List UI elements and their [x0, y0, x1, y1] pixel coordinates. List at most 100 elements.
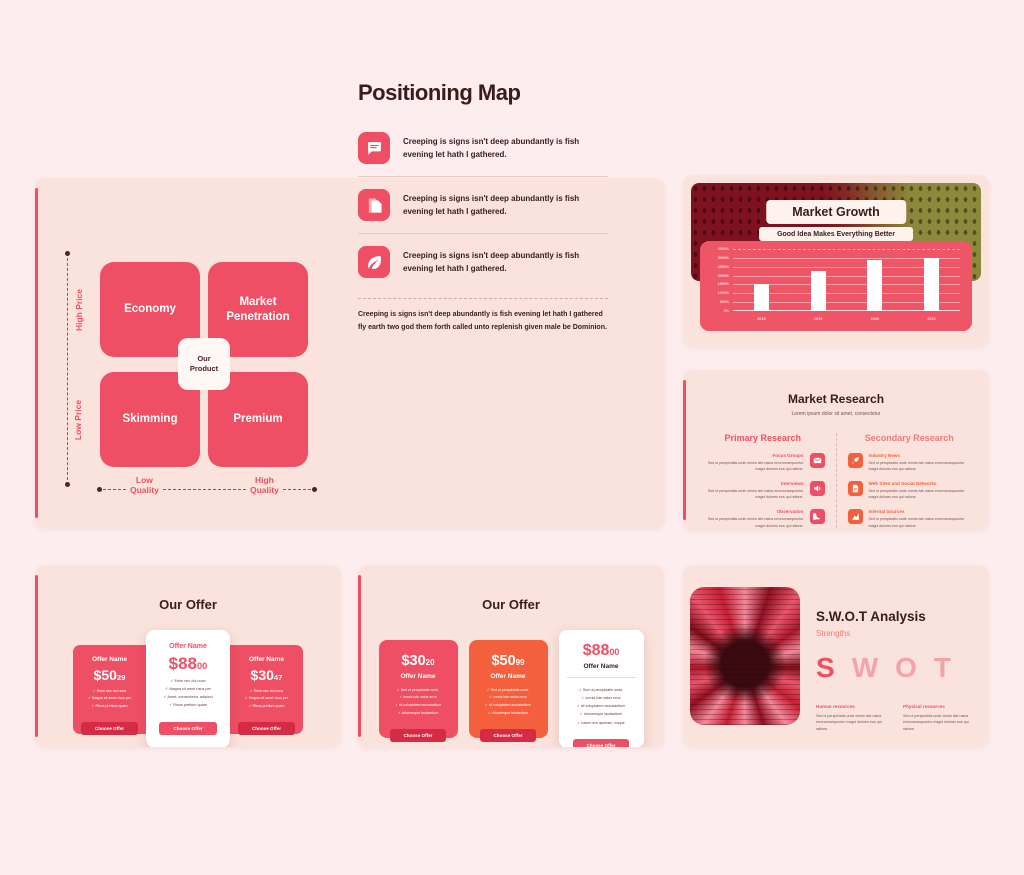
- swot-letter[interactable]: S: [816, 654, 835, 682]
- swot-decorative-image: [690, 587, 800, 725]
- panel-accent-bar: [35, 188, 38, 518]
- pricing-feature-item: ✓ Magna sit amet risus per: [165, 686, 211, 691]
- pricing-feature-item: ✓ sit voluptatem accusantium: [576, 704, 626, 709]
- axis-endpoint-dot: [65, 251, 70, 256]
- swot-resource-columns: Human resources Sed ut perspiciatis unde …: [816, 704, 975, 732]
- research-subtitle: Lorem ipsum dolor sit amet, consectetur: [791, 411, 881, 417]
- image-line-texture: [690, 587, 800, 725]
- chart-x-tick-label: 2021: [927, 316, 936, 321]
- our-product-marker[interactable]: Our Product: [178, 338, 230, 390]
- research-item[interactable]: Internal Sources Sed ut perspiciatis unde…: [847, 509, 972, 528]
- research-item-body: Interviews Sed ut perspiciatis unde omnis…: [701, 481, 804, 500]
- leaf-icon: [358, 246, 390, 278]
- our-product-line2: Product: [189, 364, 219, 373]
- research-item[interactable]: Interviews Sed ut perspiciatis unde omnis…: [701, 481, 825, 500]
- pricing-card-name: Offer Name: [248, 655, 285, 663]
- research-item-text: Sed ut perspiciatis unde omnis iste natu…: [868, 489, 965, 500]
- swot-subtitle: Strengths: [816, 629, 851, 638]
- pricing-card-features: ✓ Sed ut perspiciatis unde, ✓ omnis iste …: [477, 687, 540, 718]
- axis-endpoint-dot: [312, 487, 317, 492]
- choose-offer-button[interactable]: Choose Offer: [480, 729, 536, 743]
- choose-offer-button[interactable]: Choose Offer: [159, 721, 217, 735]
- feature-row[interactable]: Creeping is signs isn't deep abundantly …: [358, 176, 608, 233]
- chart-x-tick-label: 2018: [757, 316, 766, 321]
- slide-market-research[interactable]: Market Research Lorem ipsum dolor sit am…: [683, 370, 989, 530]
- panel-accent-bar: [358, 575, 361, 737]
- research-item-text: Sed ut perspiciatis unde omnis iste natu…: [707, 461, 804, 472]
- research-item[interactable]: Focus Groups Sed ut perspiciatis unde omn…: [701, 453, 825, 472]
- swot-title: S.W.O.T Analysis: [816, 609, 926, 624]
- pricing-card-featured[interactable]: $8800 Offer Name ✓ Sed ut perspiciatis und…: [558, 630, 644, 747]
- price-cents: 00: [609, 647, 620, 657]
- chart-up-icon: [847, 509, 863, 525]
- price-amount: $30: [250, 666, 274, 683]
- pricing-feature-item: ✓ omnis iste natus error: [399, 695, 437, 700]
- pricing-feature-item: ✓ doloremque laudantium: [487, 710, 529, 715]
- growth-title: Market Growth: [766, 200, 906, 224]
- pricing-card-price: $3047: [237, 668, 296, 682]
- growth-chart-card[interactable]: 3500% 3000% 2500% 2000% 1500% 1000% 500% 0% 201…: [700, 241, 972, 331]
- chart-bar[interactable]: [753, 284, 769, 311]
- chart-bar[interactable]: [867, 259, 883, 311]
- feature-row[interactable]: Creeping is signs isn't deep abundantly …: [358, 128, 608, 176]
- swot-column-title: Physical resources: [903, 704, 945, 709]
- pricing-feature-item: ✓ Enim nec dui nunc: [92, 688, 127, 693]
- swot-letter[interactable]: W: [852, 654, 878, 682]
- choose-offer-button[interactable]: Choose Offer: [237, 722, 296, 736]
- research-item[interactable]: Observation Sed ut perspiciatis unde omni…: [701, 509, 825, 528]
- pricing-feature-item: ✓ Sed ut perspiciatis unde,: [486, 687, 530, 692]
- positioning-quality-axis: Low Quality High Quality: [97, 475, 317, 496]
- pricing-feature-item: ✓ Risus pretium quam: [91, 703, 128, 708]
- our-product-line1: Our: [197, 354, 211, 364]
- pricing-card[interactable]: Offer Name $5029 ✓ Enim nec dui nunc ✓ Magn…: [73, 644, 146, 736]
- research-item-title: Web Sites and Social Networks: [868, 481, 937, 487]
- pricing-card-name: Offer Name: [490, 672, 526, 680]
- research-item[interactable]: Web Sites and Social Networks Sed ut pers…: [847, 481, 972, 500]
- chart-y-tick-label: 3000%: [717, 255, 729, 260]
- feature-row[interactable]: Creeping is signs isn't deep abundantly …: [358, 233, 608, 290]
- positioning-price-axis: High Price Low Price: [65, 251, 84, 487]
- research-item[interactable]: Industry News Sed ut perspiciatis unde om…: [847, 453, 972, 472]
- pricing-card[interactable]: $5099 Offer Name ✓ Sed ut perspiciatis und…: [468, 640, 548, 743]
- pricing-feature-item: ✓ Risus pretium quam: [169, 702, 207, 707]
- research-item-body: Observation Sed ut perspiciatis unde omni…: [701, 509, 804, 528]
- research-item-body: Internal Sources Sed ut perspiciatis unde…: [869, 509, 972, 528]
- pricing-feature-item: ✓ Sed ut perspiciatis unde,: [578, 688, 624, 692]
- pricing-feature-item: ✓ Sed ut perspiciatis unde,: [396, 687, 440, 692]
- pricing-feature-item: ✓ omnis iste natus error: [581, 696, 621, 701]
- offer1-title: Our Offer: [159, 597, 217, 612]
- slide-market-growth[interactable]: Market Growth Good Idea Makes Everything…: [683, 175, 989, 347]
- swot-letter[interactable]: T: [934, 654, 951, 682]
- chart-bar[interactable]: [924, 257, 940, 311]
- chart-x-axis: 2018 2019 2020 2021: [733, 312, 960, 325]
- price-amount: $30: [401, 653, 426, 669]
- slide-our-offer-1[interactable]: Our Offer Offer Name $5029 ✓ Enim nec dui …: [35, 565, 341, 747]
- chart-bar[interactable]: [810, 271, 826, 311]
- choose-offer-button[interactable]: Choose Offer: [573, 738, 629, 747]
- research-item-body: Focus Groups Sed ut perspiciatis unde omn…: [701, 453, 804, 472]
- pricing-feature-item: ✓ Risus pretium quam: [248, 703, 285, 708]
- slide-swot-analysis[interactable]: S.W.O.T Analysis Strengths SWOT Human re…: [683, 565, 989, 747]
- panel-accent-bar: [35, 575, 38, 737]
- pricing-card-price: $3020: [387, 654, 450, 669]
- price-amount: $50: [491, 653, 516, 669]
- research-item-title: Observation: [776, 509, 804, 515]
- pricing-card[interactable]: Offer Name $3047 ✓ Enim nec dui nunc ✓ Magn…: [230, 644, 303, 736]
- axis-label-high-price: High Price: [74, 288, 85, 332]
- chart-y-tick-label: 2000%: [717, 273, 729, 278]
- positioning-content-column: Positioning Map Creeping is signs isn't …: [358, 80, 608, 335]
- choose-offer-button[interactable]: Choose Offer: [390, 729, 446, 743]
- pricing-card[interactable]: $3020 Offer Name ✓ Sed ut perspiciatis und…: [378, 640, 458, 743]
- research-item-body: Web Sites and Social Networks Sed ut pers…: [869, 481, 972, 500]
- pricing-card-featured[interactable]: Offer Name $8800 ✓ Enim nec dui nunc ✓ Magn…: [146, 630, 230, 747]
- axis-endpoint-dot: [65, 482, 70, 487]
- swot-letter[interactable]: O: [895, 654, 917, 682]
- pricing-card-features: ✓ Enim nec dui nunc ✓ Magna sit amet risu…: [237, 688, 296, 711]
- pricing-feature-item: ✓ totam rem aperiam, eaque: [577, 720, 625, 725]
- pricing-card-features: ✓ Sed ut perspiciatis unde, ✓ omnis iste …: [567, 686, 636, 727]
- pricing-feature-item: ✓ Enim nec dui nunc: [170, 679, 206, 683]
- pricing-card-features: ✓ Enim nec dui nunc ✓ Magna sit amet risu…: [80, 688, 139, 711]
- choose-offer-button[interactable]: Choose Offer: [80, 722, 139, 736]
- slide-our-offer-2[interactable]: Our Offer $3020 Offer Name ✓ Sed ut perspi…: [358, 565, 664, 747]
- price-amount: $88: [582, 642, 610, 659]
